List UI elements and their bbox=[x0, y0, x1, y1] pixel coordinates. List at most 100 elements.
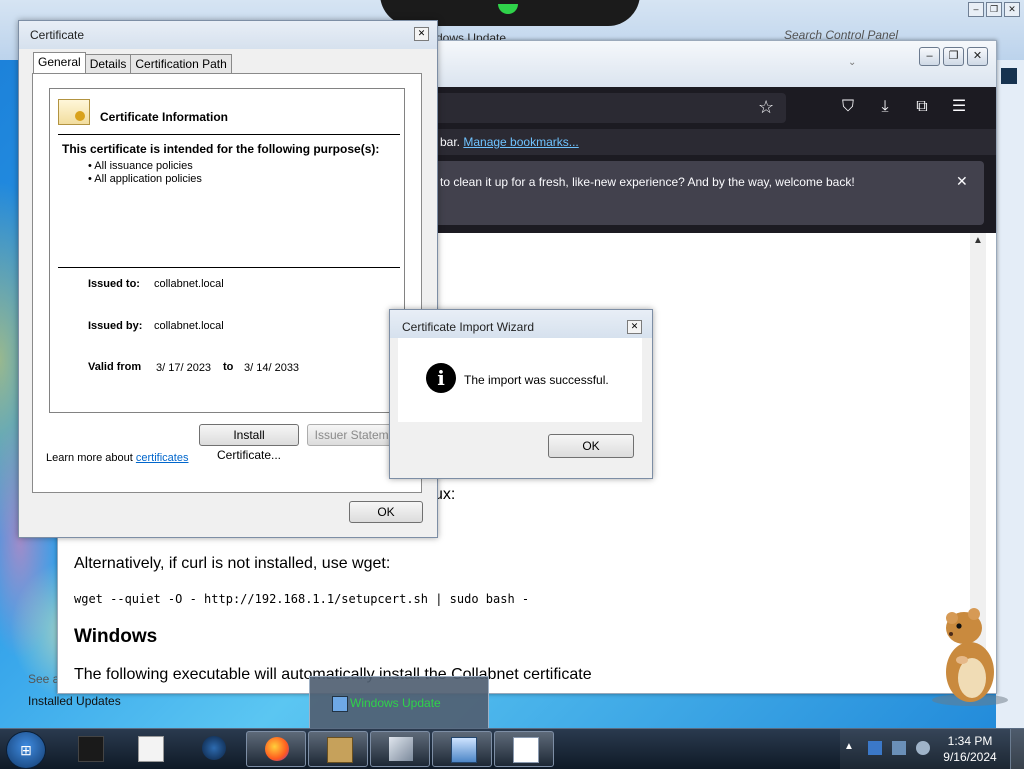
show-desktop-button[interactable] bbox=[1010, 729, 1024, 769]
control-panel-left-pane: See a Installed Updates bbox=[0, 660, 121, 730]
import-wizard-dialog: Certificate Import Wizard ✕ i The import… bbox=[389, 309, 653, 479]
issued-by-value: collabnet.local bbox=[154, 320, 224, 332]
media-player-icon bbox=[138, 736, 164, 762]
certificate-icon bbox=[58, 99, 90, 125]
thumbnail-label: Windows Update bbox=[350, 696, 441, 710]
taskbar-item-document[interactable] bbox=[494, 731, 554, 767]
terminal-icon bbox=[78, 736, 104, 762]
taskbar-item-firefox[interactable] bbox=[246, 731, 306, 767]
taskbar-item-network[interactable] bbox=[432, 731, 492, 767]
to-row: to bbox=[223, 361, 233, 373]
notification-message: to clean it up for a fresh, like-new exp… bbox=[440, 175, 855, 189]
certificates-link[interactable]: certificates bbox=[136, 452, 189, 464]
system-tray: ▲ 1:34 PM 9/16/2024 bbox=[840, 729, 1024, 769]
downloads-icon[interactable]: ⤓ bbox=[875, 97, 895, 117]
globe-icon bbox=[202, 736, 226, 760]
wizard-message: The import was successful. bbox=[464, 373, 609, 387]
purpose-item: • All application policies bbox=[88, 173, 202, 185]
installed-updates-link[interactable]: Installed Updates bbox=[28, 694, 121, 708]
tab-certification-path[interactable]: Certification Path bbox=[130, 54, 232, 74]
info-icon: i bbox=[426, 363, 456, 393]
certificate-title: Certificate bbox=[30, 28, 85, 42]
issued-by-label: Issued by: bbox=[88, 320, 143, 332]
purpose-item: • All issuance policies bbox=[88, 160, 193, 172]
bookmark-star-icon[interactable]: ☆ bbox=[758, 97, 774, 118]
extensions-icon[interactable]: ⧉ bbox=[912, 97, 932, 117]
bookmarks-hint: bar. bbox=[440, 135, 461, 149]
info-heading: Certificate Information bbox=[100, 110, 229, 124]
taskbar-thumbnail[interactable]: Windows Update bbox=[309, 676, 489, 730]
start-button[interactable]: ⊞ bbox=[6, 731, 46, 769]
maximize-button[interactable]: ❐ bbox=[943, 47, 964, 66]
certificate-body: General Details Certification Path Certi… bbox=[29, 49, 427, 529]
clock-time: 1:34 PM bbox=[947, 734, 993, 748]
alternative-text: Alternatively, if curl is not installed,… bbox=[74, 555, 391, 572]
manage-bookmarks-link[interactable]: Manage bookmarks... bbox=[463, 135, 578, 149]
taskbar-item-terminal[interactable] bbox=[60, 731, 118, 765]
firefox-icon bbox=[265, 737, 289, 761]
minimize-button[interactable]: – bbox=[968, 2, 984, 17]
close-button[interactable]: ✕ bbox=[967, 47, 988, 66]
learn-more-text: Learn more about bbox=[46, 452, 133, 464]
certificate-info-box: Certificate Information This certificate… bbox=[49, 88, 405, 413]
close-button[interactable]: ✕ bbox=[1004, 2, 1020, 17]
purpose-heading: This certificate is intended for the fol… bbox=[62, 142, 380, 156]
tray-volume-icon[interactable] bbox=[916, 741, 930, 755]
taskbar-item-media[interactable] bbox=[120, 731, 178, 765]
general-panel: Certificate Information This certificate… bbox=[32, 73, 422, 493]
windows-logo-icon: ⊞ bbox=[20, 742, 32, 758]
divider bbox=[58, 134, 400, 135]
valid-from-value: 3/ 17/ 2023 bbox=[156, 362, 212, 374]
pocket-icon[interactable]: ⛉ bbox=[838, 97, 858, 117]
close-button[interactable]: ✕ bbox=[627, 320, 642, 334]
wget-command: wget --quiet -O - http://192.168.1.1/set… bbox=[74, 592, 530, 606]
valid-from-label: Valid from bbox=[88, 361, 142, 373]
windows-heading: Windows bbox=[74, 626, 158, 647]
taskbar-item-control-panel[interactable] bbox=[370, 731, 430, 767]
control-panel-icon bbox=[389, 737, 413, 761]
bookmarks-bar-text: bar. Manage bookmarks... bbox=[440, 135, 579, 149]
scroll-up-icon[interactable]: ▲ bbox=[973, 235, 983, 246]
document-icon bbox=[513, 737, 539, 763]
learn-more: Learn more about certificates bbox=[46, 452, 188, 464]
box-app-icon bbox=[327, 737, 353, 763]
issued-to-label: Issued to: bbox=[88, 278, 140, 290]
to-label: to bbox=[223, 361, 234, 373]
tray-network-icon[interactable] bbox=[892, 741, 906, 755]
certificate-titlebar: Certificate ✕ bbox=[19, 21, 437, 49]
hamster-image bbox=[932, 608, 1008, 706]
issued-to-value: collabnet.local bbox=[154, 278, 224, 290]
tab-details[interactable]: Details bbox=[84, 54, 132, 74]
help-icon[interactable] bbox=[1001, 68, 1017, 84]
maximize-button[interactable]: ❐ bbox=[986, 2, 1002, 17]
certificate-tabs: General Details Certification Path bbox=[33, 52, 232, 74]
valid-from-row: Valid from bbox=[88, 361, 141, 373]
windows-update-icon bbox=[332, 696, 348, 712]
wizard-message-area: i The import was successful. bbox=[398, 338, 642, 422]
ok-button[interactable]: OK bbox=[349, 501, 423, 523]
close-button[interactable]: ✕ bbox=[414, 27, 429, 41]
toolbar-icons: ⛉ ⤓ ⧉ ☰ bbox=[838, 97, 969, 117]
taskbar-item-box[interactable] bbox=[308, 731, 368, 767]
gadget-indicator bbox=[498, 4, 518, 14]
firefox-window-controls: – ❐ ✕ bbox=[919, 47, 988, 66]
taskbar-item-globe[interactable] bbox=[184, 731, 242, 765]
minimize-button[interactable]: – bbox=[919, 47, 940, 66]
clock[interactable]: 1:34 PM 9/16/2024 bbox=[940, 733, 1000, 765]
close-notification-icon[interactable]: ✕ bbox=[956, 173, 968, 190]
see-also-label: See a bbox=[28, 672, 60, 686]
menu-icon[interactable]: ☰ bbox=[949, 97, 969, 117]
clock-date: 9/16/2024 bbox=[943, 750, 997, 764]
issued-to-row: Issued to: bbox=[88, 278, 140, 290]
wizard-title: Certificate Import Wizard bbox=[402, 320, 535, 334]
tab-list-icon[interactable]: ⌄ bbox=[848, 57, 856, 68]
taskbar: ⊞ ▲ 1:34 PM 9/16/2024 bbox=[0, 728, 1024, 769]
show-hidden-icons-icon[interactable]: ▲ bbox=[844, 741, 858, 755]
issued-by-row: Issued by: bbox=[88, 320, 142, 332]
wizard-ok-button[interactable]: OK bbox=[548, 434, 634, 458]
divider bbox=[58, 267, 400, 268]
install-certificate-button[interactable]: Install Certificate... bbox=[199, 424, 299, 462]
network-icon bbox=[451, 737, 477, 763]
tab-general[interactable]: General bbox=[33, 52, 86, 74]
tray-app-icon[interactable] bbox=[868, 741, 882, 755]
